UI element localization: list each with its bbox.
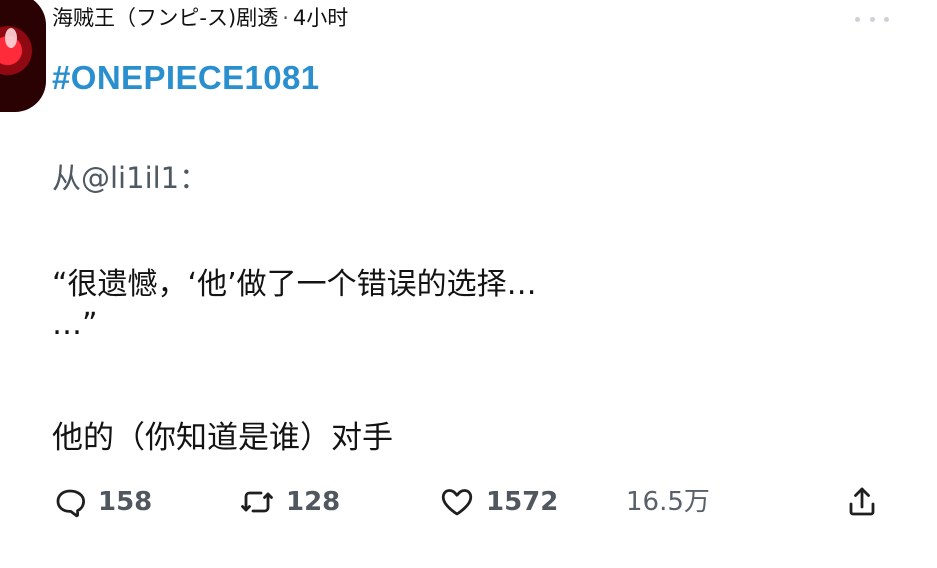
retweet-icon <box>238 484 276 520</box>
reply-icon <box>52 484 88 520</box>
post-header: 海贼王（フンピ-ス)剧透 · 4小时 <box>52 4 348 32</box>
retweet-count: 128 <box>286 487 341 517</box>
post-time[interactable]: 4小时 <box>293 4 348 32</box>
account-name[interactable]: 海贼王（フンピ-ス)剧透 <box>52 4 278 32</box>
post-source-text: 从@li1il1： <box>52 161 209 195</box>
header-separator: · <box>282 6 289 30</box>
more-dot-3 <box>884 16 889 22</box>
quote-line-2: …” <box>52 307 98 342</box>
heart-icon <box>438 484 476 520</box>
avatar[interactable] <box>0 0 46 112</box>
reply-count: 158 <box>98 487 153 517</box>
quote-line-1: “很遗憾，‘他’做了一个错误的选择… <box>52 267 537 302</box>
more-dot-1 <box>855 16 860 22</box>
like-count: 1572 <box>486 487 559 517</box>
post-actions-bar: 158 128 1572 16.5万 <box>52 480 892 524</box>
share-icon <box>845 484 879 520</box>
hashtag-link[interactable]: #ONEPIECE1081 <box>52 58 320 98</box>
views-count: 16.5万 <box>626 487 710 517</box>
like-button[interactable]: 1572 <box>438 480 558 524</box>
retweet-button[interactable]: 128 <box>238 480 340 524</box>
views-stat[interactable]: 16.5万 <box>626 480 710 524</box>
share-button[interactable] <box>845 480 879 524</box>
more-icon[interactable] <box>855 13 889 25</box>
post-answer-text: 他的（你知道是谁）对手 <box>52 420 393 456</box>
reply-button[interactable]: 158 <box>52 480 152 524</box>
more-dot-2 <box>869 16 875 22</box>
